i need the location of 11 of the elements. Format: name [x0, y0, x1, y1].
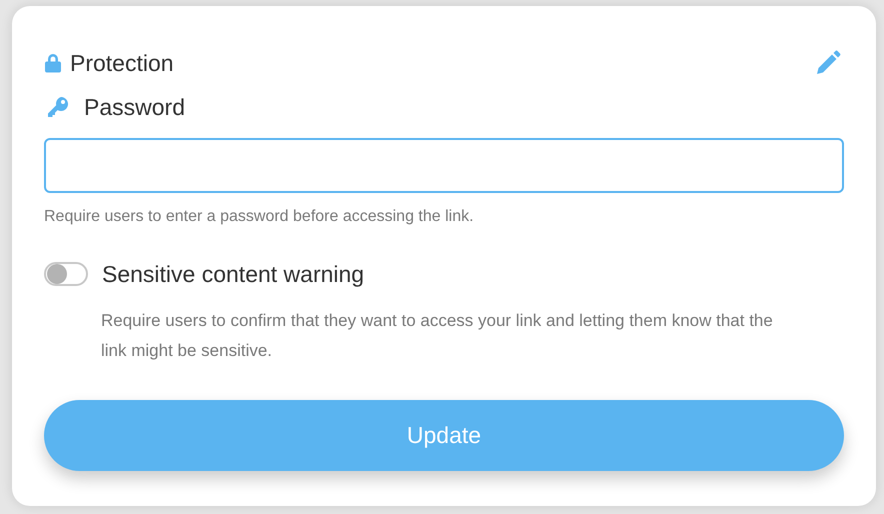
password-label: Password [84, 92, 185, 122]
section-title: Protection [70, 48, 174, 78]
update-button[interactable]: Update [44, 400, 844, 470]
key-icon [46, 96, 70, 118]
sensitive-toggle[interactable] [44, 262, 88, 286]
sensitive-label: Sensitive content warning [102, 260, 364, 289]
password-field[interactable] [44, 138, 844, 193]
sensitive-description: Require users to confirm that they want to access your link and letting them know that the link might be sensitive. [101, 310, 774, 362]
password-help-text: Require users to enter a password before accessing the link. [44, 207, 475, 227]
edit-pencil-icon[interactable] [814, 49, 842, 77]
lock-icon [44, 53, 62, 73]
